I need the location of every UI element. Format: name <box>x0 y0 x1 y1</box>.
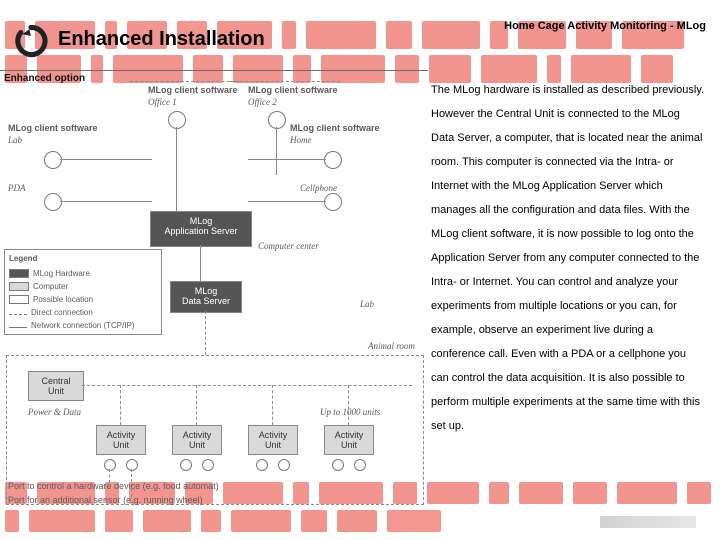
port-dot <box>104 459 116 471</box>
port-dot <box>332 459 344 471</box>
data-server-box: MLog Data Server <box>170 281 242 313</box>
data-server-label: MLog Data Server <box>171 282 241 306</box>
client-dot <box>44 151 62 169</box>
client-dot <box>324 151 342 169</box>
port-dot <box>256 459 268 471</box>
activity-unit-label: Activity Unit <box>325 426 373 450</box>
lab-room-label: Lab <box>360 299 374 309</box>
logo-icon <box>14 24 48 58</box>
central-unit-box: Central Unit <box>28 371 84 401</box>
connector <box>272 385 273 425</box>
app-server-label: MLog Application Server <box>151 212 251 236</box>
legend-loc: Possible location <box>33 293 93 306</box>
connector <box>60 159 152 160</box>
activity-unit-label: Activity Unit <box>173 426 221 450</box>
body-text-content: The MLog hardware is installed as descri… <box>431 84 704 432</box>
legend-box: Legend MLog Hardware Computer Possible l… <box>4 249 162 335</box>
client-dot <box>44 193 62 211</box>
connector <box>82 385 412 386</box>
port-dot <box>180 459 192 471</box>
footer-watermark-bar <box>600 516 696 528</box>
client-dot <box>268 111 286 129</box>
activity-unit-box: Activity Unit <box>96 425 146 455</box>
legend-title: Legend <box>9 252 157 265</box>
activity-unit-box: Activity Unit <box>324 425 374 455</box>
connector <box>276 127 277 175</box>
connector <box>60 201 152 202</box>
connector <box>196 385 197 425</box>
breadcrumb: Home Cage Activity Monitoring - MLog <box>504 20 706 32</box>
power-data-label: Power & Data <box>28 407 81 417</box>
port-dot <box>354 459 366 471</box>
dash-frame <box>230 81 340 82</box>
connector <box>248 159 326 160</box>
legend-net: Network connection (TCP/IP) <box>31 319 135 332</box>
port-control-label: Port to control a hardware device (e.g. … <box>8 481 219 491</box>
animal-room-label: Animal room <box>368 341 415 351</box>
client-dot <box>324 193 342 211</box>
connector <box>120 385 121 425</box>
central-unit-label: Central Unit <box>29 372 83 396</box>
lab-label: Lab <box>8 135 22 145</box>
client-dot <box>168 111 186 129</box>
home-label: Home <box>290 135 312 145</box>
app-server-box: MLog Application Server <box>150 211 252 247</box>
connector <box>200 245 201 281</box>
port-dot <box>126 459 138 471</box>
connector <box>248 201 326 202</box>
client-sw-label-3: MLog client software <box>8 123 98 133</box>
enhanced-option-label: Enhanced option <box>4 73 85 84</box>
activity-unit-label: Activity Unit <box>97 426 145 450</box>
port-dot <box>278 459 290 471</box>
body-text: The MLog hardware is installed as descri… <box>431 78 706 438</box>
client-sw-label-4: MLog client software <box>290 123 380 133</box>
client-sw-label-2: MLog client software <box>248 85 338 95</box>
client-sw-label-1: MLog client software <box>148 85 238 95</box>
activity-unit-box: Activity Unit <box>172 425 222 455</box>
office1-label: Office 1 <box>148 97 177 107</box>
page-title: Enhanced Installation <box>58 28 265 51</box>
connector <box>205 311 206 355</box>
office2-label: Office 2 <box>248 97 277 107</box>
up-to-units-label: Up to 1000 units <box>320 407 380 417</box>
dash-frame <box>130 81 240 82</box>
legend-computer: Computer <box>33 280 68 293</box>
port-sensor-label: Port for an additional sensor (e.g. runn… <box>8 495 203 505</box>
port-dot <box>202 459 214 471</box>
diagram-area: Enhanced option MLog client software Off… <box>0 70 428 511</box>
cellphone-label: Cellphone <box>300 183 337 193</box>
pda-label: PDA <box>8 183 26 193</box>
legend-hw: MLog Hardware <box>33 267 90 280</box>
legend-direct: Direct connection <box>31 306 93 319</box>
activity-unit-box: Activity Unit <box>248 425 298 455</box>
activity-unit-label: Activity Unit <box>249 426 297 450</box>
computer-center-label: Computer center <box>258 241 319 251</box>
connector <box>176 127 177 211</box>
connector <box>348 385 349 425</box>
